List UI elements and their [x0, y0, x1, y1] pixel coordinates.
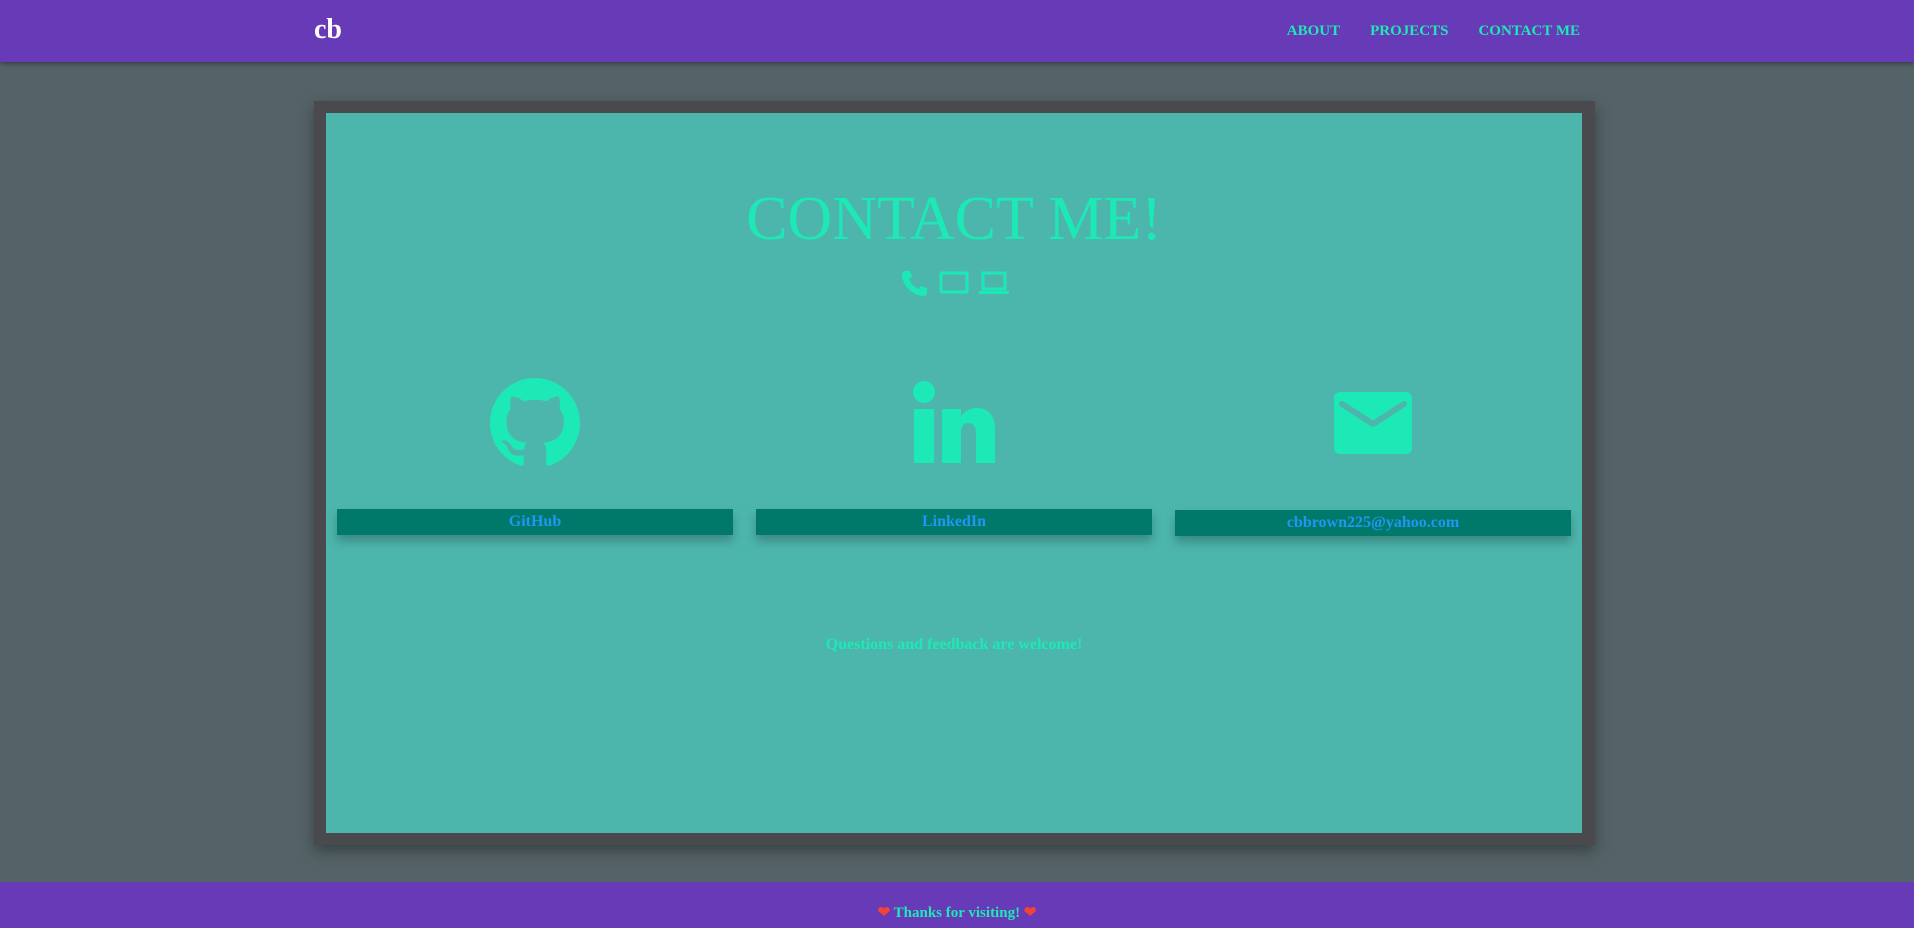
- nav-links: ABOUT PROJECTS CONTACT ME: [1287, 20, 1580, 42]
- page-title: CONTACT ME!: [746, 185, 1162, 253]
- brand-logo[interactable]: cb: [314, 12, 342, 48]
- email-button[interactable]: cbbrown225@yahoo.com: [1175, 510, 1571, 536]
- footer-message: ❤ Thanks for visiting! ❤: [0, 904, 1914, 922]
- heart-icon: ❤: [877, 905, 891, 921]
- linkedin-contact: LinkedIn: [756, 378, 1152, 535]
- email-contact: cbbrown225@yahoo.com: [1175, 378, 1571, 536]
- tagline: Questions and feedback are welcome!: [825, 636, 1083, 653]
- nav-link-about[interactable]: ABOUT: [1287, 20, 1340, 42]
- phone-icon: [898, 268, 930, 298]
- footer-text: Thanks for visiting!: [893, 905, 1021, 921]
- laptop-icon: [978, 268, 1010, 298]
- content-frame: CONTACT ME! GitHub LinkedIn cbbrown225@y…: [314, 101, 1595, 845]
- github-icon[interactable]: [490, 378, 580, 468]
- nav-link-contact[interactable]: CONTACT ME: [1478, 20, 1580, 42]
- navbar: cb ABOUT PROJECTS CONTACT ME: [0, 0, 1914, 62]
- tablet-icon: [938, 268, 970, 298]
- footer: ❤ Thanks for visiting! ❤: [0, 882, 1914, 928]
- linkedin-button[interactable]: LinkedIn: [756, 509, 1152, 535]
- heart-icon: ❤: [1023, 905, 1037, 921]
- linkedin-icon[interactable]: [909, 378, 999, 468]
- mail-icon[interactable]: [1328, 378, 1418, 468]
- device-icons: [326, 268, 1582, 298]
- github-contact: GitHub: [337, 378, 733, 535]
- nav-link-projects[interactable]: PROJECTS: [1370, 20, 1448, 42]
- github-button[interactable]: GitHub: [337, 509, 733, 535]
- contact-panel: CONTACT ME! GitHub LinkedIn cbbrown225@y…: [326, 113, 1582, 833]
